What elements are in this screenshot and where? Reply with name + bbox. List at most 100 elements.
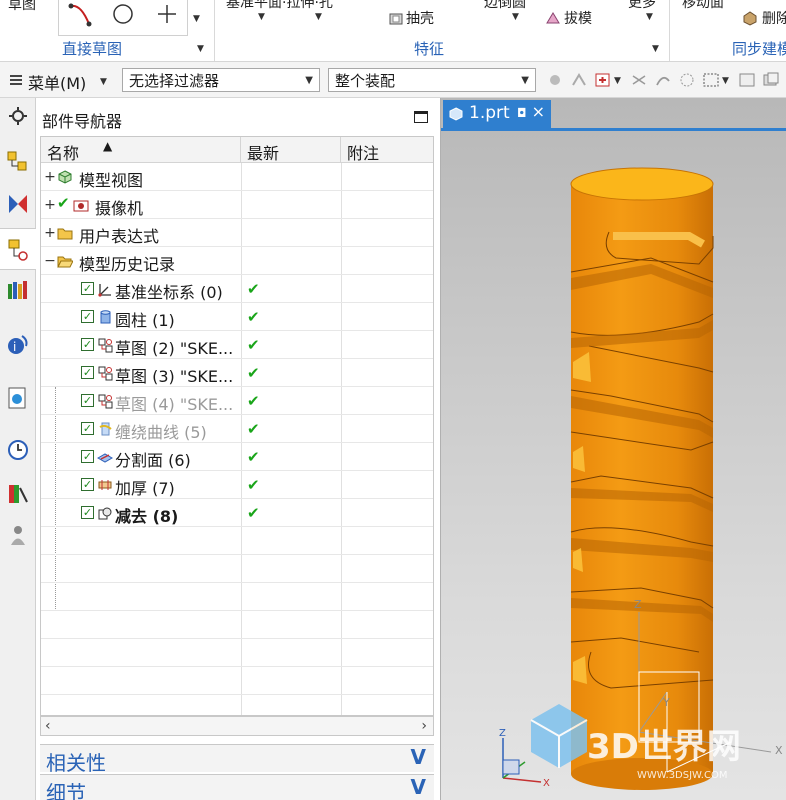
select-curve-icon[interactable] (654, 71, 672, 89)
circle-tool-icon[interactable] (111, 2, 135, 26)
checkbox-checked[interactable]: ✓ (81, 338, 94, 351)
settings-gear-icon[interactable] (6, 104, 30, 128)
type-filter-select[interactable]: 无选择过滤器 ▼ (122, 68, 320, 92)
select-dropdown-icon[interactable]: ▼ (614, 76, 621, 86)
select-features-icon[interactable] (570, 71, 588, 89)
collapse-icon[interactable]: − (44, 253, 56, 269)
more-partial-label[interactable]: 更多 (628, 0, 656, 12)
column-header-notes[interactable]: 附注 (341, 137, 433, 163)
shell-icon (389, 13, 403, 25)
feature-label: 分割面 (6) (115, 451, 191, 470)
allow-selection-icon[interactable] (630, 71, 648, 89)
empty-row (41, 611, 433, 639)
history-row-sketch-4[interactable]: ✓ 草图 (4) "SKE... ✔ (41, 387, 433, 415)
delete-face-icon (743, 11, 757, 26)
rectangle-select-icon[interactable] (702, 71, 720, 89)
more-dropdown-icon[interactable]: ▼ (646, 12, 653, 22)
sketch-group-menu-icon[interactable]: ▼ (197, 44, 204, 54)
expand-icon[interactable]: + (44, 225, 56, 241)
checkbox-checked[interactable]: ✓ (81, 450, 94, 463)
history-row-sketch-2[interactable]: ✓ 草图 (2) "SKE... ✔ (41, 331, 433, 359)
history-row-thicken[interactable]: ✓ 加厚 (7) ✔ (41, 471, 433, 499)
feature-group-menu-icon[interactable]: ▼ (652, 44, 659, 54)
extrude-dropdown-icon[interactable]: ▼ (315, 12, 322, 22)
modified-icon: ◘ (517, 106, 527, 120)
snap-icon[interactable] (546, 71, 564, 89)
part-navigator-tab[interactable] (0, 228, 36, 270)
chevron-down-icon: ▼ (521, 75, 529, 86)
tree-node-model-history[interactable]: − 模型历史记录 (41, 247, 433, 275)
checkbox-checked[interactable]: ✓ (81, 506, 94, 519)
sketch-partial-label[interactable]: 草图 (8, 0, 36, 14)
select-all-icon[interactable] (678, 71, 696, 89)
tree-node-user-expressions[interactable]: + 用户表达式 (41, 219, 433, 247)
checkbox-checked[interactable]: ✓ (81, 394, 94, 407)
history-row-sketch-3[interactable]: ✓ 草图 (3) "SKE... ✔ (41, 359, 433, 387)
up-to-date-check-icon: ✔ (247, 392, 260, 410)
datum-dropdown-icon[interactable]: ▼ (258, 12, 265, 22)
system-materials-icon[interactable] (6, 482, 30, 506)
expand-icon[interactable]: + (44, 169, 56, 185)
point-tool-icon[interactable] (155, 2, 179, 26)
feature-label: 草图 (4) "SKE... (115, 395, 234, 414)
tree-node-model-views[interactable]: + 模型视图 (41, 163, 433, 191)
selection-scope-select[interactable]: 整个装配 ▼ (328, 68, 536, 92)
deselect-icon[interactable] (738, 71, 756, 89)
expand-icon[interactable]: + (44, 197, 56, 213)
cylinder-model[interactable] (570, 167, 714, 790)
model-canvas[interactable]: Z Y X Z X 3D世界网 WWW.3DSJW.COM (441, 132, 786, 800)
graphics-window[interactable]: 1.prt ◘ × Z Y X Z X 3D世界网 WWW.3DSJW.COM (440, 98, 786, 800)
history-row-datum-csys[interactable]: ✓ 基准坐标系 (0) ✔ (41, 275, 433, 303)
menu-button[interactable]: 菜单(M) (28, 70, 86, 94)
details-section[interactable]: 细节 V (40, 774, 434, 800)
reuse-library-icon[interactable] (6, 278, 30, 302)
scroll-left-icon[interactable]: ‹ (45, 718, 51, 734)
up-to-date-check-icon: ✔ (247, 336, 260, 354)
dependencies-section[interactable]: 相关性 V (40, 744, 434, 775)
history-row-wrap-curve[interactable]: ✓ 缠绕曲线 (5) ✔ (41, 415, 433, 443)
history-clock-icon[interactable] (6, 438, 30, 462)
delete-face-button[interactable]: 删除 (762, 8, 786, 28)
up-to-date-check-icon: ✔ (247, 504, 260, 522)
node-label: 用户表达式 (79, 227, 160, 246)
horizontal-scrollbar[interactable]: ‹ › (40, 716, 434, 736)
maximize-icon[interactable] (414, 111, 428, 123)
history-row-divide-face[interactable]: ✓ 分割面 (6) ✔ (41, 443, 433, 471)
sketch-gallery-more-icon[interactable]: ▼ (193, 14, 200, 24)
checkbox-checked[interactable]: ✓ (81, 282, 94, 295)
edge-blend-partial-label[interactable]: 边倒圆 (484, 0, 526, 12)
menu-dropdown-icon[interactable]: ▼ (100, 77, 107, 87)
history-row-subtract[interactable]: ✓ 减去 (8) ✔ (41, 499, 433, 527)
role-icon[interactable] (6, 524, 30, 548)
hd3d-tools-icon[interactable]: i (6, 332, 30, 356)
up-to-date-check-icon: ✔ (247, 364, 260, 382)
curve-tool-icon[interactable] (67, 2, 95, 30)
feature-label: 加厚 (7) (115, 479, 175, 498)
checkbox-checked[interactable]: ✓ (81, 478, 94, 491)
web-browser-icon[interactable] (6, 386, 30, 410)
draft-button[interactable]: 拔模 (564, 8, 592, 28)
constraint-navigator-icon[interactable] (6, 192, 30, 216)
close-icon[interactable]: × (532, 102, 545, 121)
column-name-label: 名称 (47, 144, 80, 163)
move-face-partial-label[interactable]: 移动面 (682, 0, 724, 12)
tree-node-cameras[interactable]: + ✔ 摄像机 (41, 191, 433, 219)
scroll-right-icon[interactable]: › (421, 718, 427, 734)
up-to-date-check-icon: ✔ (247, 308, 260, 326)
checkbox-checked[interactable]: ✓ (81, 422, 94, 435)
column-header-latest[interactable]: 最新 (241, 137, 341, 163)
shell-button[interactable]: 抽壳 (406, 8, 434, 28)
edge-blend-dropdown-icon[interactable]: ▼ (512, 12, 519, 22)
rectangle-dropdown-icon[interactable]: ▼ (722, 76, 729, 86)
show-all-icon[interactable] (762, 71, 780, 89)
checkbox-checked[interactable]: ✓ (81, 310, 94, 323)
checkbox-checked[interactable]: ✓ (81, 366, 94, 379)
datum-plane-partial-label[interactable]: 基准平面·拉伸·孔 (226, 0, 333, 12)
assembly-navigator-icon[interactable] (6, 150, 30, 174)
history-row-cylinder[interactable]: ✓ 圆柱 (1) ✔ (41, 303, 433, 331)
select-body-icon[interactable] (594, 71, 612, 89)
watermark-url: WWW.3DSJW.COM (637, 770, 727, 781)
tab-1-prt[interactable]: 1.prt ◘ × (443, 100, 551, 128)
csys-x-label: X (775, 744, 783, 757)
column-header-name[interactable]: 名称 ▲ (41, 137, 241, 163)
